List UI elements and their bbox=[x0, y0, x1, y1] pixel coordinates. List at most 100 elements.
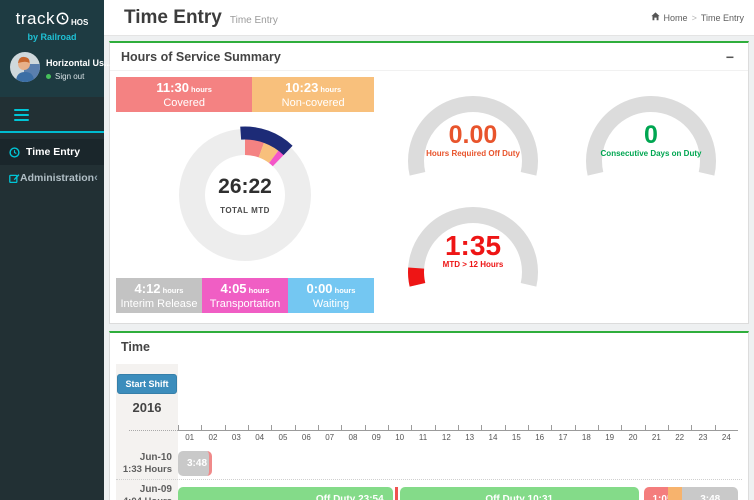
start-shift-button[interactable]: Start Shift bbox=[117, 374, 176, 394]
row-date: Jun-09 bbox=[116, 484, 172, 496]
axis-tick bbox=[598, 425, 599, 431]
timeline-bar-3-48[interactable]: 3:48 bbox=[682, 487, 738, 500]
timeline-bar-separator[interactable] bbox=[395, 487, 398, 500]
axis-tick bbox=[435, 425, 436, 431]
timeline-bar-off-duty-10-31[interactable]: Off Duty 10:31 bbox=[400, 487, 639, 500]
sign-out-link[interactable]: Sign out bbox=[46, 72, 100, 81]
bottom-badges-row: 4:12 hoursInterim Release 4:05 hours Trans… bbox=[116, 278, 374, 313]
timeline-bar-1-05[interactable]: 1:05 bbox=[644, 487, 669, 500]
axis-tick-label: 16 bbox=[532, 433, 548, 442]
timeline-bar-3-48[interactable]: 3:48 bbox=[178, 451, 212, 476]
timeline-row-jun-09: Jun-094:04 Hours Off Duty 23:54 Off Duty 1… bbox=[116, 479, 742, 500]
sidebar-item-label: Administration bbox=[20, 172, 94, 184]
content-area: Hours of Service Summary − 11:30 hoursCo… bbox=[104, 37, 754, 500]
axis-tick bbox=[505, 425, 506, 431]
page-title: Time Entry bbox=[124, 7, 222, 29]
stat-badge-waiting: 0:00 hoursWaiting bbox=[288, 278, 374, 313]
top-badges-row: 11:30 hoursCovered10:23 hoursNon-covered bbox=[116, 77, 374, 112]
app-logo[interactable]: track HOS bbox=[4, 8, 100, 30]
axis-tick bbox=[248, 425, 249, 431]
axis-tick-label: 09 bbox=[368, 433, 384, 442]
axis-tick-label: 08 bbox=[345, 433, 361, 442]
axis-tick bbox=[715, 425, 716, 431]
axis-tick-label: 06 bbox=[298, 433, 314, 442]
badge-unit: hours bbox=[161, 286, 184, 295]
axis-tick-label: 24 bbox=[718, 433, 734, 442]
axis-tick bbox=[388, 425, 389, 431]
sidebar-menu: Time Entry Administration ‹ bbox=[0, 139, 104, 191]
logo-suffix: HOS bbox=[71, 18, 88, 27]
sign-out-label: Sign out bbox=[55, 72, 84, 81]
logo-text: track bbox=[16, 9, 55, 29]
axis-tick bbox=[365, 425, 366, 431]
top-header: Time Entry Time Entry Home > Time Entry bbox=[104, 0, 754, 36]
collapse-button[interactable]: − bbox=[723, 52, 737, 62]
axis-tick-label: 20 bbox=[625, 433, 641, 442]
axis-tick bbox=[645, 425, 646, 431]
badge-unit: hours bbox=[189, 85, 212, 94]
time-panel-title: Time bbox=[121, 340, 150, 354]
stat-badge-covered: 11:30 hours Covered bbox=[116, 77, 252, 112]
axis-tick bbox=[528, 425, 529, 431]
badge-label: Covered bbox=[116, 97, 252, 109]
axis-tick-label: 23 bbox=[695, 433, 711, 442]
logo-tagline: by Railroad bbox=[4, 32, 100, 42]
axis-tick-label: 05 bbox=[275, 433, 291, 442]
axis-tick bbox=[225, 425, 226, 431]
axis-tick bbox=[411, 425, 412, 431]
sidebar-item-label: Time Entry bbox=[26, 146, 80, 158]
timeline-year: 2016 bbox=[116, 400, 178, 415]
sidebar-item-administration[interactable]: Administration ‹ bbox=[0, 165, 104, 191]
sidebar-item-time-entry[interactable]: Time Entry bbox=[0, 139, 104, 165]
axis-tick-label: 04 bbox=[252, 433, 268, 442]
gauge-hours-required-off-duty: 0.00 Hours Required Off Duty bbox=[384, 81, 562, 186]
badge-unit: hours bbox=[318, 85, 341, 94]
badge-value: 11:30 bbox=[156, 80, 189, 95]
axis-tick bbox=[318, 425, 319, 431]
donut-total-label: TOTAL MTD bbox=[218, 206, 272, 215]
axis-stub-dotted bbox=[129, 430, 178, 431]
badge-label: Transportation bbox=[202, 298, 288, 310]
axis-tick-label: 17 bbox=[555, 433, 571, 442]
stat-badge-transportation: 4:05 hours Transportation bbox=[202, 278, 288, 313]
breadcrumb-home[interactable]: Home bbox=[664, 13, 688, 23]
axis-tick-label: 22 bbox=[672, 433, 688, 442]
online-status-icon bbox=[46, 74, 51, 79]
page-subtitle: Time Entry bbox=[230, 15, 278, 26]
row-duration: 4:04 Hours bbox=[116, 496, 172, 500]
edit-icon bbox=[9, 173, 20, 184]
axis-tick-label: 07 bbox=[322, 433, 338, 442]
gauge-value: 0 bbox=[562, 123, 740, 147]
badge-unit: hours bbox=[247, 286, 270, 295]
axis-tick-label: 03 bbox=[228, 433, 244, 442]
gauge-label: Hours Required Off Duty bbox=[384, 149, 562, 158]
axis-tick-label: 14 bbox=[485, 433, 501, 442]
badge-label: Waiting bbox=[288, 298, 374, 310]
badge-unit: hours bbox=[333, 286, 356, 295]
user-avatar[interactable] bbox=[10, 52, 40, 87]
axis-tick bbox=[458, 425, 459, 431]
axis-tick-label: 11 bbox=[415, 433, 431, 442]
gauge-consecutive-days-on-duty: 0 Consecutive Days on Duty bbox=[562, 81, 740, 186]
clock-icon bbox=[9, 147, 26, 158]
axis-tick bbox=[481, 425, 482, 431]
stat-badge-interim-release: 4:12 hoursInterim Release bbox=[116, 278, 202, 313]
hos-summary-panel: Hours of Service Summary − 11:30 hoursCo… bbox=[109, 41, 749, 324]
sidebar-header: track HOS by Railroad Horizontal Us... S… bbox=[0, 0, 104, 97]
row-duration: 1:33 Hours bbox=[116, 464, 172, 476]
axis-tick-label: 12 bbox=[438, 433, 454, 442]
badge-value: 4:05 bbox=[221, 281, 247, 296]
badge-value: 4:12 bbox=[135, 281, 161, 296]
breadcrumb: Home > Time Entry bbox=[651, 12, 744, 23]
axis-tick-label: 02 bbox=[205, 433, 221, 442]
axis-tick bbox=[691, 425, 692, 431]
axis-tick bbox=[178, 425, 179, 431]
timeline-bar-off-duty-23-54[interactable]: Off Duty 23:54 bbox=[178, 487, 393, 500]
sidebar-divider bbox=[0, 131, 104, 133]
timeline-axis: 0102030405060708091011121314151617181920… bbox=[116, 422, 742, 448]
chevron-left-icon: ‹ bbox=[94, 172, 98, 184]
row-date: Jun-10 bbox=[116, 452, 172, 464]
timeline-bar-separator[interactable] bbox=[668, 487, 682, 500]
gauge-label: MTD > 12 Hours bbox=[384, 260, 562, 269]
menu-toggle-icon[interactable] bbox=[14, 109, 29, 121]
